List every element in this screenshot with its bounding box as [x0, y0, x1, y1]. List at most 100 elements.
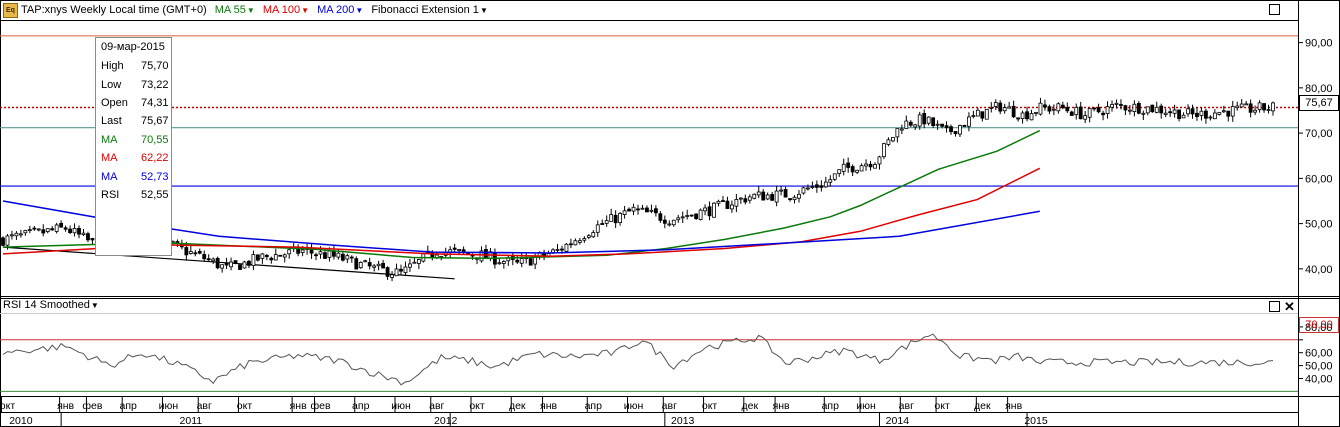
candle-body	[707, 206, 712, 217]
close-rsi-panel-icon[interactable]: ✕	[1284, 300, 1295, 313]
candle-body	[10, 234, 14, 237]
window-frame	[0, 0, 1340, 427]
candle-body	[555, 249, 560, 251]
instrument-title[interactable]: TAP:xnys Weekly Local time (GMT+0)	[21, 4, 207, 16]
candle-body	[859, 165, 864, 172]
year-label: 2013	[671, 415, 695, 427]
candle-body	[814, 184, 819, 188]
candle-body	[1007, 106, 1012, 109]
candle-body	[1110, 104, 1114, 108]
candle-body	[864, 163, 868, 167]
info-value: 74,31	[141, 96, 169, 109]
candle-body	[1248, 103, 1253, 113]
candle-body	[36, 228, 41, 231]
candle-body	[1208, 116, 1213, 119]
candle-body	[940, 123, 944, 127]
candle-body	[32, 227, 37, 230]
candle-body	[390, 274, 394, 278]
month-label: апр	[822, 400, 840, 412]
candle-body	[349, 256, 354, 259]
candle-body	[931, 117, 936, 127]
info-key: Last	[101, 115, 122, 128]
candle-body	[1051, 108, 1056, 111]
month-label: авг	[662, 400, 677, 412]
month-label: окт	[934, 400, 950, 412]
info-row: MA 62,22	[96, 149, 171, 167]
candle-body	[345, 255, 350, 260]
candle-body	[300, 249, 305, 253]
candle-body	[1047, 106, 1052, 112]
candle-body	[206, 258, 211, 261]
candle-body	[636, 208, 640, 211]
rsi-panel-title[interactable]: RSI 14 Smoothed▼	[3, 299, 99, 311]
candle-body	[1016, 117, 1021, 120]
month-label: янв	[57, 400, 74, 412]
chevron-down-icon[interactable]: ▼	[247, 6, 255, 15]
candle-body	[1159, 105, 1164, 114]
indicator-ma100-label[interactable]: MA 100▼	[263, 4, 309, 16]
candle-body	[899, 128, 904, 131]
candle-body	[54, 224, 59, 232]
candle-body	[1266, 109, 1271, 111]
chevron-down-icon[interactable]: ▼	[355, 6, 363, 15]
month-label: июн	[391, 400, 411, 412]
chevron-down-icon[interactable]: ▼	[480, 6, 488, 15]
candle-body	[314, 254, 318, 257]
candle-body	[381, 263, 386, 269]
equity-logo-icon: Eq	[3, 2, 18, 18]
candle-body	[774, 190, 779, 203]
chevron-down-icon[interactable]: ▼	[91, 301, 99, 310]
candle-body	[1056, 103, 1061, 112]
candle-body	[752, 193, 757, 199]
candle-body	[1087, 108, 1092, 118]
candle-body	[1114, 102, 1119, 105]
month-label: дек	[974, 400, 991, 412]
candle-body	[247, 260, 251, 266]
candle-body	[573, 240, 578, 246]
candle-body	[1020, 112, 1025, 119]
chevron-down-icon[interactable]: ▼	[301, 6, 309, 15]
info-value: 73,22	[141, 78, 169, 91]
candle-body	[242, 261, 247, 269]
candle-body	[515, 259, 520, 263]
candle-body	[1253, 109, 1258, 113]
candle-body	[1212, 112, 1217, 120]
rsi-tick-label: 50,00	[1305, 361, 1333, 373]
candle-body	[671, 219, 676, 226]
candle-body	[975, 109, 980, 117]
candle-body	[801, 187, 806, 194]
indicator-ma55-label[interactable]: MA 55▼	[215, 4, 255, 16]
candle-body	[855, 169, 860, 173]
candle-body	[376, 263, 381, 267]
candle-body	[560, 248, 564, 251]
indicator-fibonacci-label[interactable]: Fibonacci Extension 1▼	[371, 4, 488, 16]
candle-body	[685, 215, 690, 217]
maximize-main-panel-button[interactable]	[1269, 4, 1280, 15]
candle-body	[1105, 106, 1110, 114]
candle-body	[220, 264, 225, 269]
candle-body	[730, 204, 734, 210]
info-value: 70,55	[141, 133, 169, 146]
candle-body	[645, 207, 649, 213]
candle-body	[989, 106, 994, 109]
candle-body	[1181, 114, 1186, 119]
candle-body	[63, 227, 68, 230]
candle-body	[935, 123, 940, 126]
candle-body	[264, 254, 269, 258]
candle-body	[595, 224, 600, 233]
candle-body	[1123, 105, 1128, 111]
candle-body	[828, 179, 833, 183]
candle-body	[72, 228, 77, 234]
candle-body	[215, 257, 220, 269]
info-date: 09-мар-2015	[101, 41, 165, 53]
maximize-rsi-panel-button[interactable]	[1269, 301, 1280, 312]
candle-body	[765, 194, 770, 200]
month-label: фев	[82, 400, 102, 412]
candle-body	[962, 124, 967, 127]
candle-body	[1186, 108, 1190, 115]
candle-body	[372, 265, 377, 268]
candle-body	[394, 268, 399, 277]
month-label: апр	[120, 400, 138, 412]
candle-body	[1141, 112, 1146, 115]
indicator-ma200-label[interactable]: MA 200▼	[317, 4, 363, 16]
